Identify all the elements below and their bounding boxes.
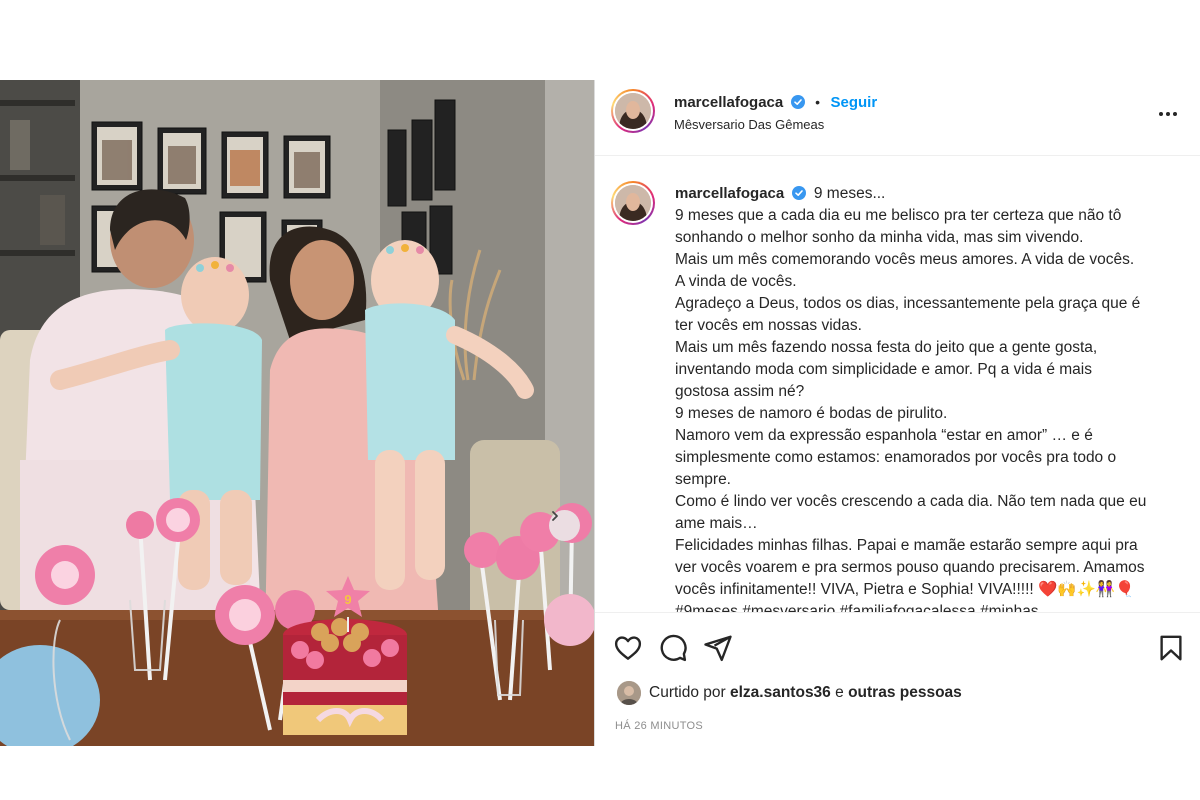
comment-icon[interactable] (658, 633, 688, 663)
share-icon[interactable] (703, 633, 733, 663)
caption-line: ame mais… (675, 515, 758, 532)
post-location[interactable]: Mêsversario Das Gêmeas (674, 116, 877, 134)
caption-line: simplesmente como estamos: enamorados po… (675, 449, 1117, 466)
more-options-button[interactable] (1156, 102, 1180, 126)
caption-line: vocês infinitamente!! VIVA, Pietra e Sop… (675, 581, 1135, 598)
caption-line: ter vocês em nossas vidas. (675, 317, 862, 334)
likes-user[interactable]: elza.santos36 (730, 684, 831, 702)
separator-dot: • (815, 94, 821, 110)
liker-avatar[interactable] (617, 681, 641, 705)
likes-conjunction: e (835, 684, 844, 701)
follow-button[interactable]: Seguir (831, 94, 878, 111)
caption-line: inventando moda com simplicidade e amor.… (675, 361, 1092, 378)
likes-others[interactable]: outras pessoas (848, 684, 962, 702)
caption-line: 9 meses que a cada dia eu me belisco pra… (675, 207, 1122, 224)
post-photo[interactable]: 9 (0, 80, 594, 746)
avatar-photo (615, 185, 651, 221)
caption-first-line: marcellafogaca 9 meses... (675, 183, 1195, 205)
caption-line: Como é lindo ver vocês crescendo a cada … (675, 493, 1147, 510)
avatar-photo (615, 93, 651, 129)
verified-icon (791, 186, 806, 200)
next-photo-button[interactable] (549, 510, 580, 541)
caption-line: Mais um mês comemorando vocês meus amore… (675, 251, 1135, 268)
verified-icon (790, 95, 805, 109)
more-options-icon (1159, 112, 1177, 116)
post-header: marcellafogaca • Seguir Mêsversario Das … (595, 80, 1200, 156)
post-caption: marcellafogaca 9 meses... 9 meses que a … (675, 183, 1195, 623)
likes-summary: Curtido por elza.santos36 e outras pesso… (617, 681, 962, 705)
caption-author-avatar[interactable] (611, 181, 655, 225)
caption-line: 9 meses... (813, 185, 886, 202)
author-avatar[interactable] (611, 89, 655, 133)
avatar-photo (617, 681, 641, 705)
caption-line: sonhando o melhor sonho da minha vida, m… (675, 229, 1084, 246)
heart-icon[interactable] (613, 633, 643, 663)
caption-line: Mais um mês fazendo nossa festa do jeito… (675, 339, 1098, 356)
header-text: marcellafogaca • Seguir Mêsversario Das … (674, 93, 877, 134)
caption-line: Felicidades minhas filhas. Papai e mamãe… (675, 537, 1138, 554)
caption-line: sempre. (675, 471, 731, 488)
author-username[interactable]: marcellafogaca (674, 94, 783, 111)
post-actions-section: Curtido por elza.santos36 e outras pesso… (595, 612, 1200, 746)
caption-line: gostosa assim né? (675, 383, 805, 400)
caption-line: 9 meses de namoro é bodas de pirulito. (675, 405, 948, 422)
caption-line: Namoro vem da expressão espanhola “estar… (675, 427, 1093, 444)
bookmark-icon[interactable] (1156, 633, 1186, 663)
comments-section[interactable]: marcellafogaca 9 meses... 9 meses que a … (595, 157, 1200, 689)
post-sidebar: marcellafogaca • Seguir Mêsversario Das … (595, 80, 1200, 746)
cake-topper-number: 9 (344, 592, 351, 607)
likes-prefix: Curtido por (649, 684, 726, 701)
chevron-right-icon (552, 511, 558, 521)
caption-line: ver vocês voarem e pra sermos pouso quan… (675, 559, 1145, 576)
caption-line: Agradeço a Deus, todos os dias, incessan… (675, 295, 1141, 312)
caption-line: A vinda de vocês. (675, 273, 797, 290)
post-timestamp[interactable]: HÁ 26 MINUTOS (615, 720, 703, 732)
instagram-post: 9 marcellafogaca • Seguir Mêsversario Da… (0, 80, 1200, 746)
family-birthday-photo: 9 (0, 80, 594, 746)
caption-username[interactable]: marcellafogaca (675, 185, 784, 202)
